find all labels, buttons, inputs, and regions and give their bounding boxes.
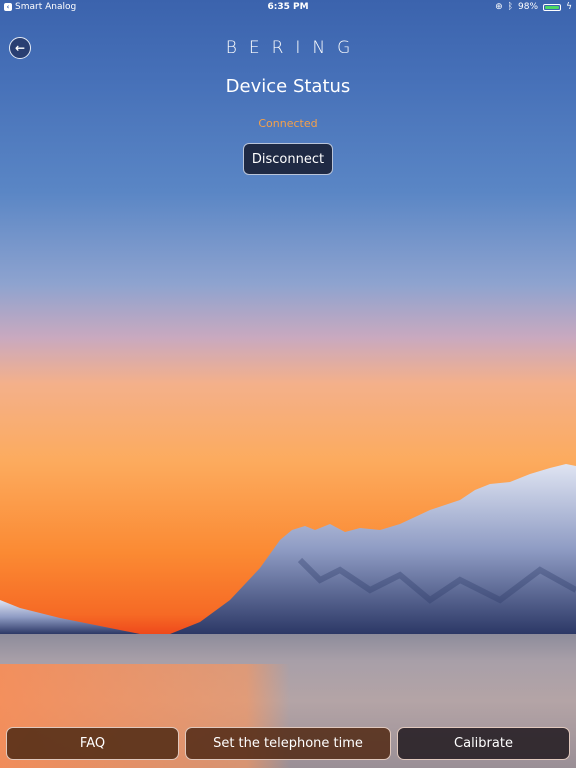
disconnect-button[interactable]: Disconnect [243, 143, 333, 175]
brand-logo: BERING [225, 38, 363, 58]
set-telephone-time-button[interactable]: Set the telephone time [185, 727, 391, 760]
battery-percent: 98% [518, 2, 539, 12]
bluetooth-icon: ᛒ [507, 2, 514, 12]
status-time: 6:35 PM [267, 2, 309, 12]
calibrate-button[interactable]: Calibrate [397, 727, 570, 760]
faq-button[interactable]: FAQ [6, 727, 179, 760]
battery-icon [543, 3, 562, 11]
background-mountains [0, 464, 576, 634]
status-bar: ‹ Smart Analog 6:35 PM ⊕ ᛒ 98% ϟ [0, 0, 576, 16]
charging-icon: ϟ [566, 2, 572, 12]
connection-status: Connected [258, 117, 318, 130]
lock-rotation-icon: ⊕ [495, 2, 503, 12]
page-title: Device Status [225, 76, 351, 97]
